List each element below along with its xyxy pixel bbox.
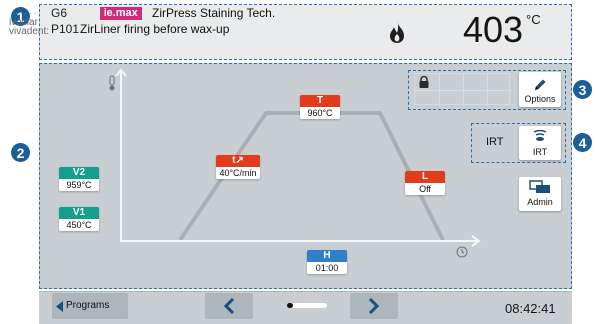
admin-button[interactable]: Admin: [519, 177, 561, 211]
next-button[interactable]: [350, 293, 398, 319]
previous-button[interactable]: [205, 293, 253, 319]
lock-icon[interactable]: [418, 76, 430, 88]
pencil-icon: [535, 79, 546, 90]
irt-sensor-icon: [533, 130, 547, 141]
long-term-cooling-button[interactable]: L Off: [405, 171, 445, 195]
current-time: 08:42:41: [505, 301, 556, 316]
options-button[interactable]: Options: [519, 72, 561, 107]
vacuum-2-label: V2: [59, 167, 99, 179]
holding-temperature-label: T: [300, 95, 340, 107]
page-progress-bar: [287, 303, 327, 308]
vacuum-1-value: 450°C: [66, 220, 92, 230]
admin-icon: [529, 180, 550, 193]
long-term-cooling-value: Off: [419, 184, 431, 194]
vacuum-1-label: V1: [59, 207, 99, 219]
holding-time-label: H: [307, 250, 347, 262]
admin-label: Admin: [527, 197, 553, 207]
page-progress-fill: [287, 303, 293, 308]
irt-status-text: IRT: [486, 136, 504, 148]
irt-button[interactable]: IRT: [519, 126, 561, 160]
holding-time-button[interactable]: H 01:00: [307, 250, 347, 274]
vacuum-2-button[interactable]: V2 959°C: [59, 167, 99, 191]
furnace-screen: 1 2 3 4 ····· ivoclar vivadent: G6 P101 …: [0, 0, 597, 324]
holding-temperature-value: 960°C: [307, 108, 333, 118]
vacuum-2-value: 959°C: [66, 180, 92, 190]
chevron-left-icon: [223, 298, 235, 314]
holding-temperature-button[interactable]: T 960°C: [300, 95, 340, 119]
programs-button[interactable]: Programs: [52, 293, 128, 319]
clock-icon: [456, 246, 468, 258]
programs-label: Programs: [66, 300, 110, 311]
heat-rate-value: 40°C/min: [219, 168, 257, 178]
triangle-left-icon: [56, 301, 63, 312]
long-term-cooling-label: L: [405, 171, 445, 183]
heat-rate-label: t↗: [216, 155, 260, 167]
holding-time-value: 01:00: [315, 263, 339, 273]
heat-rate-button[interactable]: t↗ 40°C/min: [216, 155, 260, 179]
options-label: Options: [524, 94, 556, 104]
vacuum-1-button[interactable]: V1 450°C: [59, 207, 99, 231]
irt-button-label: IRT: [532, 147, 548, 157]
chevron-right-icon: [368, 298, 380, 314]
thermometer-icon: [109, 75, 115, 91]
